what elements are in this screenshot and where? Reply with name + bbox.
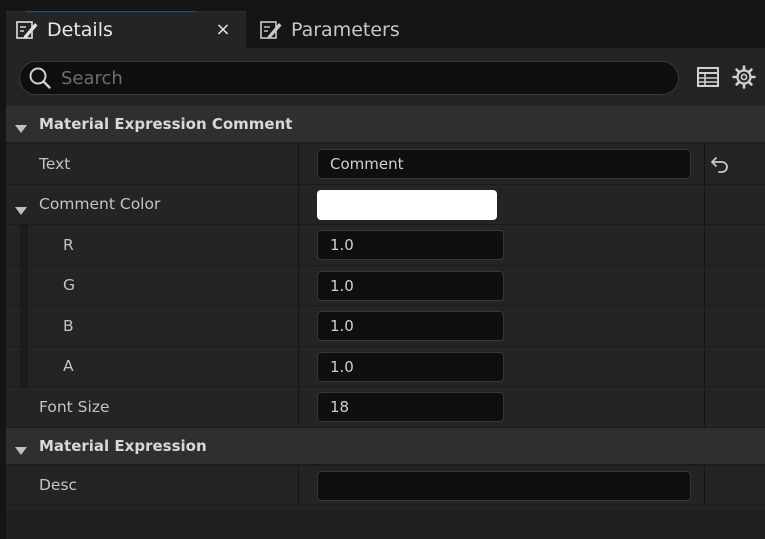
tab-details-label: Details — [47, 18, 113, 41]
property-label: Text — [39, 154, 71, 173]
details-panel: Material Expression Comment Text Comment… — [6, 48, 765, 539]
column-divider — [298, 225, 299, 265]
font-size-field[interactable]: 18 — [317, 392, 504, 422]
tab-parameters[interactable]: Parameters — [250, 11, 470, 48]
indent-bar — [20, 225, 28, 265]
property-row-r: R 1.0 — [6, 225, 765, 266]
tab-parameters-label: Parameters — [291, 18, 400, 41]
indent-bar — [20, 306, 28, 346]
text-field[interactable]: Comment — [317, 149, 691, 179]
property-label: A — [63, 357, 74, 376]
property-row-font-size: Font Size 18 — [6, 387, 765, 428]
property-label: Comment Color — [39, 195, 161, 214]
search-bar[interactable] — [19, 61, 679, 95]
category-label: Material Expression — [39, 436, 207, 455]
r-value-field[interactable]: 1.0 — [317, 230, 504, 260]
search-icon — [27, 65, 53, 91]
edit-icon — [258, 17, 284, 43]
category-material-expression[interactable]: Material Expression — [6, 427, 765, 466]
property-label: Desc — [39, 476, 78, 495]
column-divider — [298, 346, 299, 386]
column-divider — [704, 144, 705, 184]
property-row-comment-color: Comment Color — [6, 184, 765, 225]
column-divider — [298, 144, 299, 184]
column-divider — [704, 387, 705, 427]
column-divider — [704, 306, 705, 346]
column-divider — [704, 346, 705, 386]
color-swatch[interactable] — [317, 189, 497, 220]
category-label: Material Expression Comment — [39, 115, 293, 133]
tab-details[interactable]: Details × — [6, 11, 246, 48]
tab-strip: Details × Parameters — [0, 0, 765, 48]
property-grid: Material Expression Comment Text Comment… — [6, 106, 765, 506]
column-divider — [298, 184, 299, 224]
edit-icon — [14, 17, 40, 43]
column-divider — [298, 387, 299, 427]
property-row-text: Text Comment — [6, 144, 765, 185]
property-row-desc: Desc — [6, 465, 765, 506]
indent-bar — [20, 265, 28, 305]
column-divider — [704, 465, 705, 505]
property-label: Font Size — [39, 397, 110, 416]
table-icon[interactable] — [695, 64, 721, 90]
column-divider — [704, 265, 705, 305]
column-divider — [298, 306, 299, 346]
close-icon[interactable]: × — [212, 18, 234, 40]
column-divider — [298, 465, 299, 505]
column-divider — [704, 184, 705, 224]
category-material-expression-comment[interactable]: Material Expression Comment — [6, 106, 765, 144]
desc-field[interactable] — [317, 470, 691, 501]
g-value-field[interactable]: 1.0 — [317, 270, 504, 301]
gear-icon[interactable] — [731, 64, 757, 90]
property-label: B — [63, 316, 74, 335]
property-row-a: A 1.0 — [6, 346, 765, 387]
property-label: R — [63, 235, 74, 254]
chevron-down-icon[interactable] — [14, 201, 28, 220]
property-row-g: G 1.0 — [6, 265, 765, 306]
property-row-b: B 1.0 — [6, 306, 765, 347]
indent-bar — [20, 346, 28, 386]
property-label: G — [63, 276, 76, 295]
column-divider — [298, 265, 299, 305]
b-value-field[interactable]: 1.0 — [317, 311, 504, 341]
column-divider — [704, 225, 705, 265]
chevron-down-icon[interactable] — [14, 441, 28, 460]
a-value-field[interactable]: 1.0 — [317, 351, 504, 382]
empty-area — [6, 510, 765, 539]
search-input[interactable] — [61, 67, 641, 89]
reset-to-default-icon[interactable] — [709, 153, 731, 175]
chevron-down-icon[interactable] — [14, 119, 28, 138]
